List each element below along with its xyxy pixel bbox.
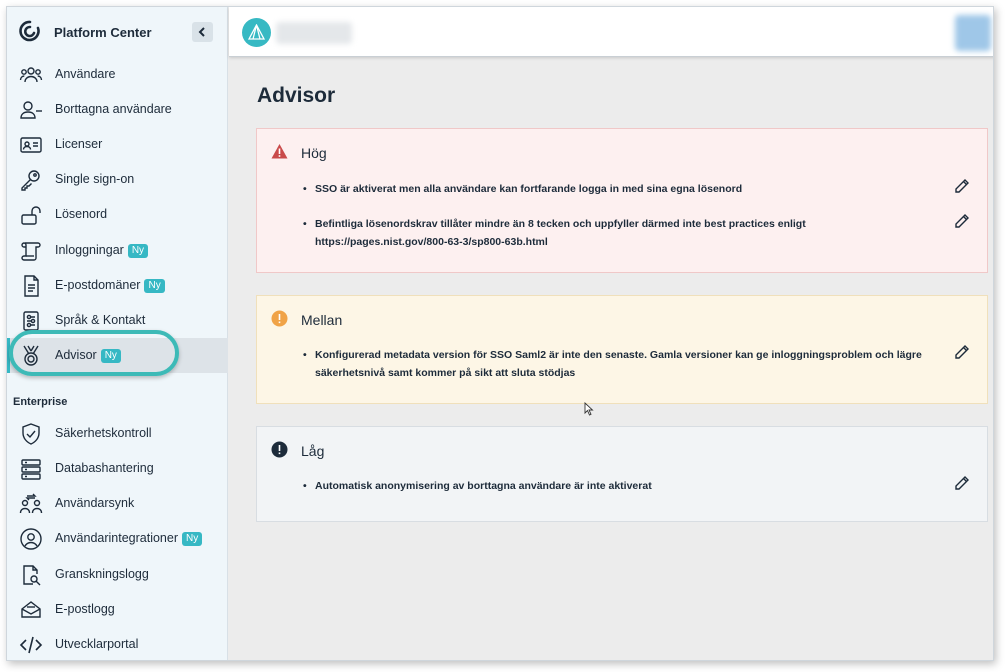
new-badge: Ny	[182, 532, 203, 546]
user-sync-icon	[19, 493, 43, 514]
new-badge: Ny	[127, 244, 149, 258]
section-label-enterprise: Enterprise	[13, 396, 68, 408]
page-title: Advisor	[257, 84, 336, 107]
tenant-logo[interactable]	[242, 18, 271, 47]
unlocked-padlock-icon	[21, 206, 41, 225]
card-title: Låg	[301, 443, 325, 459]
sidebar-item-user-sync[interactable]: Användarsynk	[7, 486, 228, 521]
sidebar-item-label: Inloggningar Ny	[55, 243, 149, 258]
sidebar-item-label: Användare	[55, 67, 116, 81]
sidebar-item-audit-log[interactable]: Granskningslogg	[7, 557, 228, 592]
sidebar-item-label: Single sign-on	[55, 172, 135, 186]
recommendation-item: • SSO är aktiverat men alla användare ka…	[303, 183, 743, 195]
recommendation-item: • Automatisk anonymisering av borttagna …	[303, 480, 652, 492]
shield-check-icon	[22, 423, 40, 445]
mail-log-icon	[21, 601, 41, 618]
avatar[interactable]	[955, 15, 991, 51]
sidebar-item-email-domains[interactable]: E-postdomäner Ny	[7, 268, 228, 303]
edit-pencil-icon[interactable]	[954, 475, 970, 491]
collapse-sidebar-button[interactable]	[192, 22, 213, 42]
brand-title: Platform Center	[54, 25, 152, 40]
users-icon	[19, 67, 43, 83]
advisor-card-low: Låg • Automatisk anonymisering av bortta…	[256, 426, 988, 522]
sidebar-item-label: Säkerhetskontroll	[55, 426, 152, 440]
code-icon	[19, 636, 43, 654]
sidebar-item-security-check[interactable]: Säkerhetskontroll	[7, 416, 228, 451]
sidebar: Platform Center Användare Borttagna anvä…	[7, 7, 228, 660]
id-card-icon	[20, 137, 42, 153]
sidebar-item-label: Användarintegrationer Ny	[55, 531, 203, 546]
edit-pencil-icon[interactable]	[954, 178, 970, 194]
user-circle-icon	[20, 528, 42, 550]
document-search-icon	[23, 565, 41, 586]
advisor-card-high: Hög • SSO är aktiverat men alla användar…	[256, 128, 988, 273]
sidebar-item-label: Databashantering	[55, 461, 154, 475]
sidebar-item-label: Lösenord	[55, 207, 108, 221]
sidebar-item-user-integrations[interactable]: Användarintegrationer Ny	[7, 521, 228, 556]
scroll-icon	[21, 242, 41, 261]
sidebar-item-users[interactable]: Användare	[7, 57, 228, 92]
sidebar-item-label: E-postlogg	[55, 602, 115, 616]
edit-pencil-icon[interactable]	[954, 344, 970, 360]
chevron-left-icon	[198, 27, 205, 37]
sidebar-item-label: Borttagna användare	[55, 102, 172, 116]
card-title: Hög	[301, 145, 327, 161]
key-icon	[21, 170, 40, 191]
platform-logo-icon	[19, 20, 40, 42]
sidebar-item-email-log[interactable]: E-postlogg	[7, 592, 228, 627]
sidebar-item-label: Licenser	[55, 137, 103, 151]
sidebar-item-database-management[interactable]: Databashantering	[7, 451, 228, 486]
app-window: Platform Center Användare Borttagna anvä…	[6, 6, 994, 661]
sidebar-item-label: Granskningslogg	[55, 567, 149, 581]
sidebar-item-label: E-postdomäner Ny	[55, 278, 165, 293]
tent-icon	[248, 24, 265, 40]
tenant-name-redacted	[276, 22, 352, 44]
warning-triangle-icon	[271, 144, 288, 159]
sidebar-item-label: Språk & Kontakt	[55, 313, 146, 327]
edit-pencil-icon[interactable]	[954, 213, 970, 229]
sidebar-item-licenses[interactable]: Licenser	[7, 127, 228, 162]
advisor-card-medium: Mellan • Konfigurerad metadata version f…	[256, 295, 988, 404]
mouse-cursor-icon	[584, 402, 594, 416]
exclamation-circle-icon	[271, 310, 288, 327]
sidebar-item-deleted-users[interactable]: Borttagna användare	[7, 92, 228, 127]
brand: Platform Center	[7, 7, 228, 57]
sidebar-item-password[interactable]: Lösenord	[7, 197, 228, 232]
new-badge: Ny	[144, 279, 165, 293]
user-minus-icon	[20, 101, 42, 119]
sidebar-item-label: Användarsynk	[55, 496, 135, 510]
top-bar	[229, 7, 993, 57]
sidebar-item-label: Utvecklarportal	[55, 637, 139, 651]
card-title: Mellan	[301, 312, 343, 328]
sidebar-item-logins[interactable]: Inloggningar Ny	[7, 233, 228, 268]
recommendation-item: • Konfigurerad metadata version för SSO …	[303, 349, 922, 379]
main-content: Advisor Hög • SSO är aktiverat men alla …	[229, 58, 993, 660]
database-icon	[21, 459, 41, 480]
sidebar-item-developer-portal[interactable]: Utvecklarportal	[7, 627, 228, 660]
document-icon	[24, 275, 39, 297]
sidebar-item-single-sign-on[interactable]: Single sign-on	[7, 162, 228, 197]
recommendation-item: • Befintliga lösenordskrav tillåter mind…	[303, 218, 806, 248]
exclamation-circle-icon	[271, 441, 288, 458]
highlight-annotation	[9, 330, 179, 376]
